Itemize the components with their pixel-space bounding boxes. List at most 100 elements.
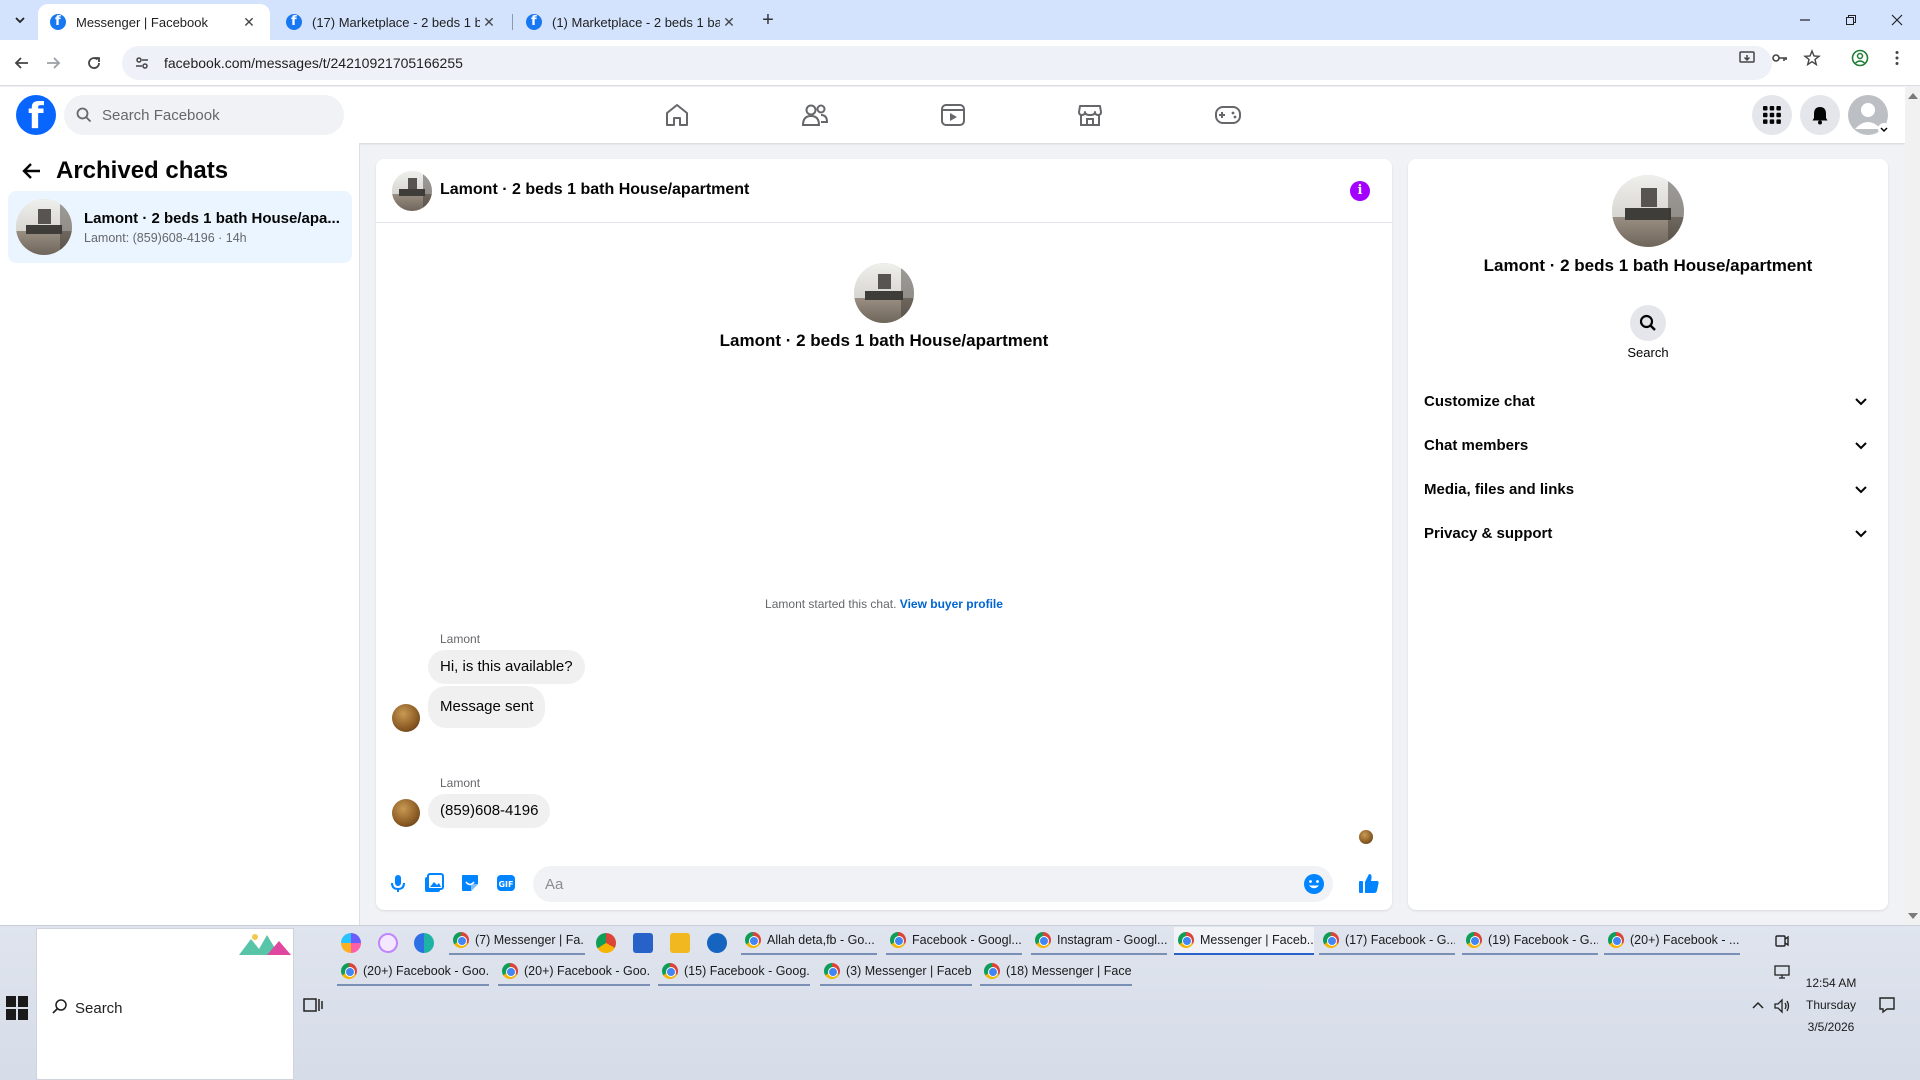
nav-gaming[interactable] [1173, 87, 1283, 143]
message-input[interactable] [545, 875, 1285, 893]
close-tab-icon[interactable]: ✕ [240, 14, 258, 31]
minimize-icon [1800, 19, 1810, 21]
minimize-button[interactable] [1782, 0, 1828, 40]
chrome-app-icon[interactable] [596, 933, 616, 953]
paint-app-icon[interactable] [378, 933, 398, 953]
section-customize-chat[interactable]: Customize chat [1416, 379, 1880, 423]
sender-avatar[interactable] [392, 704, 420, 732]
sticker-button[interactable] [458, 871, 482, 895]
menu-button[interactable] [1752, 95, 1792, 135]
taskbar-window-button[interactable]: Instagram - Googl... [1031, 927, 1167, 955]
taskbar-window-button[interactable]: (17) Facebook - G... [1319, 927, 1455, 955]
message-bubble[interactable]: Message sent [428, 686, 546, 728]
account-chevron-icon[interactable] [1878, 123, 1890, 135]
browser-menu-icon[interactable] [1888, 49, 1906, 67]
task-view-icon[interactable] [302, 994, 324, 1016]
nav-marketplace[interactable] [1035, 87, 1145, 143]
restore-button[interactable] [1828, 0, 1874, 40]
copilot-app-icon[interactable] [341, 933, 361, 953]
message-bubble[interactable]: Hi, is this available? [428, 650, 585, 684]
conversation-title[interactable]: Lamont · 2 beds 1 bath House/apartment [440, 181, 749, 199]
taskbar-window-button-active[interactable]: Messenger | Faceb... [1174, 927, 1314, 955]
taskbar-window-label: (15) Facebook - Goog... [684, 964, 810, 978]
clock-day[interactable]: Thursday [1800, 998, 1862, 1012]
section-media-files-links[interactable]: Media, files and links [1416, 467, 1880, 511]
taskbar-window-button[interactable]: (3) Messenger | Faceb... [820, 958, 972, 986]
taskbar-window-button[interactable]: (20+) Facebook - ... [1604, 927, 1740, 955]
info-search-button[interactable] [1630, 305, 1666, 341]
site-info-icon[interactable] [134, 55, 150, 71]
scroll-up-arrow-icon[interactable] [1908, 93, 1918, 99]
store-app-icon[interactable] [633, 933, 653, 953]
facebook-search-input[interactable] [102, 106, 322, 124]
start-button[interactable] [6, 996, 30, 1020]
taskbar-window-button[interactable]: (7) Messenger | Fa... [449, 927, 585, 955]
volume-icon[interactable] [1773, 997, 1791, 1015]
profile-icon[interactable] [1851, 49, 1869, 67]
browser-tab-messenger[interactable]: Messenger | Facebook ✕ [38, 4, 270, 40]
close-tab-icon[interactable]: ✕ [480, 14, 498, 31]
meet-now-icon[interactable] [1773, 932, 1791, 950]
bookmark-star-icon[interactable] [1803, 49, 1821, 67]
nav-home[interactable] [622, 87, 732, 143]
install-app-icon[interactable] [1738, 49, 1756, 67]
attach-photo-button[interactable] [422, 871, 446, 895]
taskbar-window-button[interactable]: (20+) Facebook - Goo... [498, 958, 650, 986]
conversation-avatar[interactable] [392, 171, 432, 211]
browser-tab-marketplace-1[interactable]: (1) Marketplace - 2 beds 1 bath ✕ [514, 4, 750, 40]
new-tab-button[interactable]: + [754, 8, 782, 32]
nav-video[interactable] [898, 87, 1008, 143]
archived-back-button[interactable] [20, 159, 44, 183]
taskbar-window-button[interactable]: Facebook - Googl... [886, 927, 1022, 955]
network-icon[interactable] [1773, 963, 1791, 981]
facebook-search[interactable] [64, 95, 344, 135]
message-bubble[interactable]: (859)608-4196 [428, 794, 551, 828]
taskbar-window-button[interactable]: (19) Facebook - G... [1462, 927, 1598, 955]
clock-date[interactable]: 3/5/2026 [1800, 1020, 1862, 1034]
edge-app-icon[interactable] [414, 933, 434, 953]
chevron-down-icon [1855, 442, 1867, 450]
taskbar-window-button[interactable]: (15) Facebook - Goog... [658, 958, 810, 986]
notifications-button[interactable] [1800, 95, 1840, 135]
address-bar[interactable]: facebook.com/messages/t/2421092170516625… [122, 46, 1772, 80]
voice-clip-button[interactable] [386, 871, 410, 895]
taskbar-window-button[interactable]: (20+) Facebook - Goo... [337, 958, 489, 986]
password-key-icon[interactable] [1771, 49, 1789, 67]
show-hidden-icons-chevron-icon[interactable] [1749, 997, 1767, 1015]
file-explorer-icon[interactable] [670, 933, 690, 953]
close-window-button[interactable] [1874, 0, 1920, 40]
chevron-down-icon [1855, 398, 1867, 406]
conversation-info-button[interactable]: i [1350, 181, 1370, 201]
section-chat-members[interactable]: Chat members [1416, 423, 1880, 467]
taskbar-search-box[interactable]: Search [36, 928, 294, 1080]
view-buyer-profile-link[interactable]: View buyer profile [900, 597, 1003, 611]
taskbar-window-button[interactable]: (18) Messenger | Face... [980, 958, 1132, 986]
sender-avatar[interactable] [392, 799, 420, 827]
nav-friends[interactable] [760, 87, 870, 143]
tab-search-button[interactable] [8, 8, 32, 32]
forward-button[interactable] [40, 50, 66, 76]
scroll-down-arrow-icon[interactable] [1908, 913, 1918, 919]
profile-avatar[interactable] [854, 263, 914, 323]
outlook-app-icon[interactable] [707, 933, 727, 953]
page-scrollbar[interactable] [1905, 87, 1920, 925]
info-avatar[interactable] [1612, 175, 1684, 247]
arrow-right-icon [47, 57, 61, 69]
gif-button[interactable]: GIF [494, 871, 518, 895]
emoji-icon[interactable] [1303, 873, 1325, 895]
chat-info-panel: Lamont · 2 beds 1 bath House/apartment S… [1408, 159, 1888, 910]
back-button[interactable] [9, 50, 35, 76]
facebook-logo-icon[interactable]: f [16, 95, 56, 137]
message-input-wrapper[interactable] [533, 866, 1333, 902]
clock-time[interactable]: 12:54 AM [1800, 976, 1862, 990]
section-privacy-support[interactable]: Privacy & support [1416, 511, 1880, 555]
notification-center-icon[interactable] [1878, 996, 1896, 1014]
close-tab-icon[interactable]: ✕ [720, 14, 738, 31]
browser-tab-marketplace-17[interactable]: (17) Marketplace - 2 beds 1 bath ✕ [274, 4, 510, 40]
reload-button[interactable] [81, 50, 107, 76]
send-like-button[interactable] [1357, 871, 1381, 895]
gif-icon: GIF [497, 875, 515, 891]
arrow-left-icon [22, 163, 40, 179]
chat-list-item[interactable]: Lamont · 2 beds 1 bath House/apa... Lamo… [8, 191, 352, 263]
taskbar-window-button[interactable]: Allah deta,fb - Go... [741, 927, 877, 955]
